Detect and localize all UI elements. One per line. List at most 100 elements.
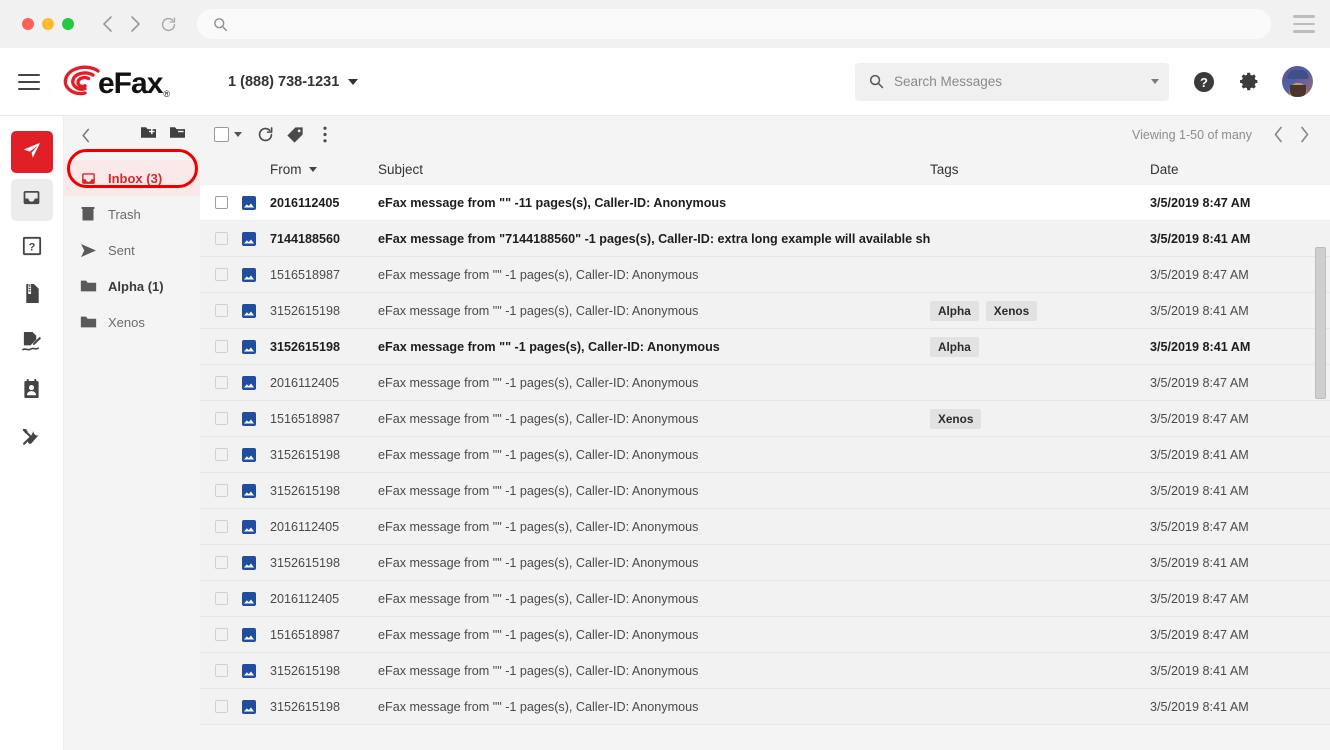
row-checkbox[interactable] [215, 448, 228, 461]
row-checkbox-cell [200, 268, 242, 281]
maximize-window-button[interactable] [62, 18, 74, 30]
more-options-button[interactable] [310, 121, 340, 149]
rail-item-send-fax[interactable] [11, 131, 53, 173]
row-checkbox[interactable] [215, 232, 228, 245]
avatar-beanie [1287, 70, 1308, 79]
table-row[interactable]: 3152615198eFax message from "" -1 pages(… [200, 545, 1330, 581]
row-checkbox[interactable] [215, 520, 228, 533]
search-input[interactable] [894, 74, 1145, 89]
browser-address-bar[interactable] [197, 9, 1271, 39]
app-header: eFax ® 1 (888) 738-1231 ? [0, 48, 1330, 116]
row-checkbox[interactable] [215, 628, 228, 641]
select-all-checkbox[interactable] [214, 127, 242, 142]
efax-logo[interactable]: eFax ® [62, 65, 170, 99]
folder-item-trash[interactable]: Trash [64, 196, 200, 232]
minimize-window-button[interactable] [42, 18, 54, 30]
tools-wrench-icon [21, 427, 42, 453]
row-checkbox[interactable] [215, 412, 228, 425]
rail-item-inbox[interactable] [11, 179, 53, 221]
tag-chip[interactable]: Alpha [930, 301, 979, 321]
row-checkbox[interactable] [215, 268, 228, 281]
hamburger-menu-icon[interactable] [18, 74, 40, 90]
row-checkbox[interactable] [215, 340, 228, 353]
folder-item-xenos[interactable]: Xenos [64, 304, 200, 340]
row-checkbox[interactable] [215, 592, 228, 605]
cell-subject: eFax message from "" -1 pages(s), Caller… [370, 376, 930, 390]
vertical-scrollbar-thumb[interactable] [1315, 247, 1326, 399]
folder-item-inbox[interactable]: Inbox (3) [64, 160, 200, 196]
table-row[interactable]: 3152615198eFax message from "" -1 pages(… [200, 473, 1330, 509]
close-window-button[interactable] [22, 18, 34, 30]
folder-label: Alpha (1) [108, 279, 164, 294]
column-header-from[interactable]: From [270, 162, 370, 177]
folder-label: Xenos [108, 315, 145, 330]
table-row[interactable]: 2016112405eFax message from "" -1 pages(… [200, 365, 1330, 401]
rail-item-contacts[interactable] [11, 371, 53, 413]
table-row[interactable]: 1516518987eFax message from "" -1 pages(… [200, 257, 1330, 293]
rail-item-help[interactable]: ? [11, 227, 53, 269]
row-checkbox[interactable] [215, 556, 228, 569]
column-header-tags[interactable]: Tags [930, 162, 1150, 177]
row-checkbox-cell [200, 196, 242, 209]
row-checkbox[interactable] [215, 376, 228, 389]
phone-number-selector[interactable]: 1 (888) 738-1231 [228, 74, 358, 90]
pagination-controls: Viewing 1-50 of many [1132, 123, 1316, 147]
table-row[interactable]: 2016112405eFax message from "" -1 pages(… [200, 581, 1330, 617]
fax-image-icon [242, 232, 256, 246]
next-page-button[interactable] [1292, 123, 1316, 147]
cell-date: 3/5/2019 8:47 AM [1150, 268, 1330, 282]
attachment-cell [242, 700, 270, 714]
document-zip-icon [22, 283, 42, 309]
table-row[interactable]: 3152615198eFax message from "" -1 pages(… [200, 437, 1330, 473]
help-circle-icon[interactable]: ? [1193, 71, 1215, 93]
gear-icon[interactable] [1239, 71, 1260, 92]
reload-icon[interactable] [160, 16, 177, 33]
table-row[interactable]: 2016112405eFax message from "" -1 pages(… [200, 509, 1330, 545]
attachment-cell [242, 376, 270, 390]
table-row[interactable]: 3152615198eFax message from "" -1 pages(… [200, 653, 1330, 689]
cell-subject: eFax message from "" -1 pages(s), Caller… [370, 556, 930, 570]
table-row[interactable]: 7144188560eFax message from "7144188560"… [200, 221, 1330, 257]
cell-date: 3/5/2019 8:41 AM [1150, 556, 1330, 570]
row-checkbox[interactable] [215, 484, 228, 497]
rail-item-sign[interactable] [11, 323, 53, 365]
table-row[interactable]: 2016112405eFax message from "" -11 pages… [200, 185, 1330, 221]
refresh-button[interactable] [250, 121, 280, 149]
fax-image-icon [242, 196, 256, 210]
chevron-down-icon[interactable] [1151, 79, 1159, 84]
previous-page-button[interactable] [1266, 123, 1290, 147]
table-row[interactable]: 3152615198eFax message from "" -1 pages(… [200, 293, 1330, 329]
column-header-subject[interactable]: Subject [370, 162, 930, 177]
chevron-down-icon[interactable] [234, 132, 242, 137]
collapse-folders-icon[interactable] [76, 124, 96, 146]
row-checkbox[interactable] [215, 664, 228, 677]
row-checkbox[interactable] [215, 700, 228, 713]
folder-item-sent[interactable]: Sent [64, 232, 200, 268]
table-row[interactable]: 1516518987eFax message from "" -1 pages(… [200, 401, 1330, 437]
forward-icon[interactable] [124, 13, 146, 35]
row-checkbox[interactable] [215, 196, 228, 209]
table-row[interactable]: 3152615198eFax message from "" -1 pages(… [200, 329, 1330, 365]
browser-menu-icon[interactable] [1293, 15, 1315, 33]
add-folder-icon[interactable] [140, 125, 157, 145]
rail-item-tools[interactable] [11, 419, 53, 461]
search-messages-box[interactable] [855, 63, 1169, 101]
table-row[interactable]: 3152615198eFax message from "" -1 pages(… [200, 689, 1330, 725]
attachment-cell [242, 232, 270, 246]
row-checkbox[interactable] [215, 304, 228, 317]
back-icon[interactable] [96, 13, 118, 35]
tag-chip[interactable]: Alpha [930, 337, 979, 357]
remove-folder-icon[interactable] [169, 125, 186, 145]
message-list-panel: Viewing 1-50 of many From Subject Tags D… [200, 116, 1330, 750]
column-header-date[interactable]: Date [1150, 162, 1330, 177]
folder-item-alpha[interactable]: Alpha (1) [64, 268, 200, 304]
rail-item-documents[interactable] [11, 275, 53, 317]
tag-chip[interactable]: Xenos [986, 301, 1037, 321]
efax-swirl-icon [62, 65, 102, 99]
tag-chip[interactable]: Xenos [930, 409, 981, 429]
row-checkbox-cell [200, 304, 242, 317]
cell-date: 3/5/2019 8:47 AM [1150, 520, 1330, 534]
user-avatar[interactable] [1282, 66, 1313, 97]
tag-button[interactable] [280, 121, 310, 149]
table-row[interactable]: 1516518987eFax message from "" -1 pages(… [200, 617, 1330, 653]
